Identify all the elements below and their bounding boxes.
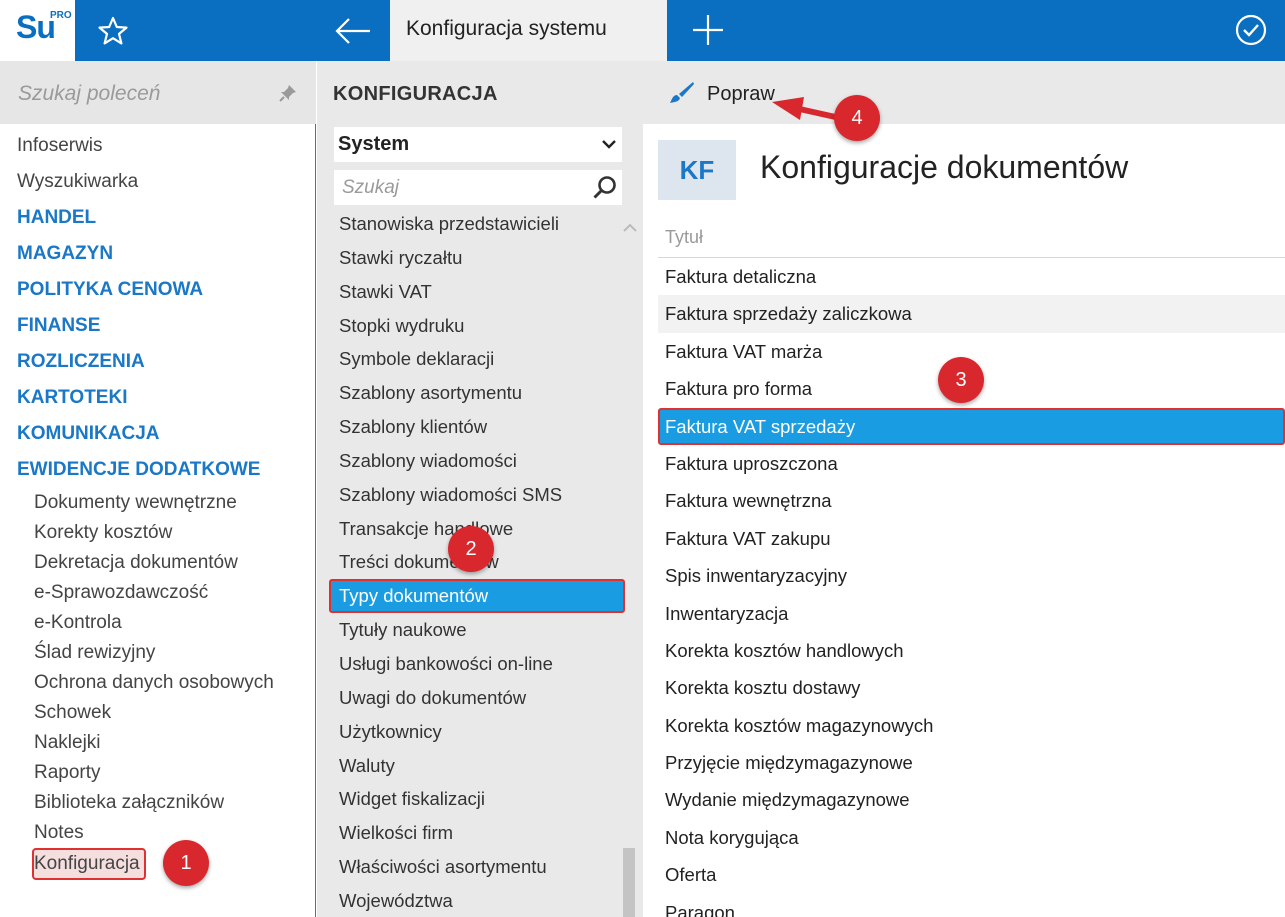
callout-badge-4: 4 — [834, 95, 880, 141]
config-list-item[interactable]: Waluty — [329, 749, 625, 783]
pin-icon[interactable] — [278, 83, 298, 103]
config-search-input[interactable]: Szukaj — [334, 170, 622, 205]
table-row[interactable]: Faktura wewnętrzna — [658, 482, 1285, 519]
table-row[interactable]: Oferta — [658, 856, 1285, 893]
config-list-item[interactable]: Symbole deklaracji — [329, 342, 625, 376]
documents-table: Tytuł Faktura detaliczna Faktura sprzeda… — [658, 217, 1285, 917]
category-select-value: System — [338, 133, 410, 155]
scrollbar-thumb[interactable] — [623, 848, 635, 917]
page-title: Konfiguracje dokumentów — [760, 149, 1129, 185]
sidebar-subitem[interactable]: Notes — [0, 818, 316, 848]
top-bar: Su PRO Konfiguracja systemu — [0, 0, 1285, 61]
config-list-item[interactable]: Województwa — [329, 884, 625, 917]
sidebar-subitem[interactable]: Korekty kosztów — [0, 518, 316, 548]
arrow-left-icon[interactable] — [334, 14, 372, 48]
config-list-item-selected[interactable]: Typy dokumentów — [329, 579, 625, 614]
config-list-item[interactable]: Szablony wiadomości SMS — [329, 478, 625, 512]
sidebar-subitem[interactable]: Raporty — [0, 758, 316, 788]
logo-sup: PRO — [50, 10, 72, 21]
document-config-panel: Popraw KF Konfiguracje dokumentów Tytuł … — [643, 61, 1285, 917]
sidebar: Szukaj poleceń Infoserwis Wyszukiwarka H… — [0, 61, 316, 917]
config-list-item[interactable]: Szablony wiadomości — [329, 444, 625, 478]
sidebar-subitem-konfiguracja[interactable]: Konfiguracja — [0, 848, 316, 880]
star-icon[interactable] — [96, 14, 130, 48]
sidebar-subitem[interactable]: Biblioteka załączników — [0, 788, 316, 818]
config-list-item[interactable]: Użytkownicy — [329, 715, 625, 749]
config-list-item[interactable]: Właściwości asortymentu — [329, 850, 625, 884]
config-list-item[interactable]: Stopki wydruku — [329, 309, 625, 343]
sidebar-item-finanse[interactable]: FINANSE — [0, 308, 316, 344]
config-list-item[interactable]: Stanowiska przedstawicieli — [329, 207, 625, 241]
sidebar-item-ewidencje-dodatkowe[interactable]: EWIDENCJE DODATKOWE — [0, 452, 316, 488]
tab-title: Konfiguracja systemu — [406, 17, 607, 40]
app-logo[interactable]: Su PRO — [0, 0, 75, 61]
chevron-down-icon — [602, 140, 616, 149]
table-row-selected[interactable]: Faktura VAT sprzedaży — [658, 407, 1285, 445]
command-search-input[interactable]: Szukaj poleceń — [0, 61, 316, 124]
table-row[interactable]: Spis inwentaryzacyjny — [658, 557, 1285, 594]
table-row[interactable]: Paragon — [658, 894, 1285, 917]
callout-badge-3: 3 — [938, 357, 984, 403]
sidebar-item-wyszukiwarka[interactable]: Wyszukiwarka — [0, 164, 316, 200]
sidebar-menu: Infoserwis Wyszukiwarka HANDEL MAGAZYN P… — [0, 128, 316, 880]
sidebar-subitem-label: Konfiguracja — [32, 848, 146, 880]
command-search-placeholder: Szukaj poleceń — [18, 82, 161, 105]
table-row[interactable]: Wydanie międzymagazynowe — [658, 781, 1285, 818]
config-list-item[interactable]: Szablony klientów — [329, 410, 625, 444]
sidebar-item-infoserwis[interactable]: Infoserwis — [0, 128, 316, 164]
table-row[interactable]: Korekta kosztów magazynowych — [658, 707, 1285, 744]
callout-badge-1: 1 — [163, 840, 209, 886]
brush-icon[interactable] — [669, 81, 695, 105]
table-row[interactable]: Nota korygująca — [658, 819, 1285, 856]
table-row[interactable]: Korekta kosztów handlowych — [658, 632, 1285, 669]
config-list-item[interactable]: Widget fiskalizacji — [329, 782, 625, 816]
config-list-item[interactable]: Stawki VAT — [329, 275, 625, 309]
table-row[interactable]: Faktura sprzedaży zaliczkowa — [658, 295, 1285, 333]
config-search-placeholder: Szukaj — [342, 177, 400, 198]
table-row[interactable]: Faktura detaliczna — [658, 258, 1285, 295]
category-select[interactable]: System — [334, 127, 622, 162]
sidebar-subitem[interactable]: Schowek — [0, 698, 316, 728]
table-row[interactable]: Inwentaryzacja — [658, 595, 1285, 632]
sidebar-subitem[interactable]: e-Sprawozdawczość — [0, 578, 316, 608]
sidebar-subitem[interactable]: e-Kontrola — [0, 608, 316, 638]
tab-konfiguracja-systemu[interactable]: Konfiguracja systemu — [390, 0, 667, 61]
config-nav-panel: KONFIGURACJA System Szukaj Stanowiska pr… — [317, 61, 643, 917]
module-badge: KF — [658, 140, 736, 200]
config-list-item[interactable]: Tytuły naukowe — [329, 613, 625, 647]
sidebar-subitem[interactable]: Naklejki — [0, 728, 316, 758]
sidebar-item-komunikacja[interactable]: KOMUNIKACJA — [0, 416, 316, 452]
config-list-item[interactable]: Uwagi do dokumentów — [329, 681, 625, 715]
sidebar-subitem[interactable]: Ślad rewizyjny — [0, 638, 316, 668]
config-list-item[interactable]: Wielkości firm — [329, 816, 625, 850]
chevron-up-icon[interactable] — [623, 223, 637, 233]
sidebar-subitem[interactable]: Dekretacja dokumentów — [0, 548, 316, 578]
column-header-tytul[interactable]: Tytuł — [658, 217, 1285, 258]
sidebar-item-handel[interactable]: HANDEL — [0, 200, 316, 236]
header: KF Konfiguracje dokumentów — [643, 124, 1285, 217]
panel-title: KONFIGURACJA — [333, 83, 498, 105]
config-list-item[interactable]: Stawki ryczałtu — [329, 241, 625, 275]
table-row[interactable]: Faktura VAT zakupu — [658, 520, 1285, 557]
table-row[interactable]: Przyjęcie międzymagazynowe — [658, 744, 1285, 781]
sidebar-subitem[interactable]: Dokumenty wewnętrzne — [0, 488, 316, 518]
callout-badge-2: 2 — [448, 526, 494, 572]
sidebar-subitem[interactable]: Ochrona danych osobowych — [0, 668, 316, 698]
edit-button[interactable]: Popraw — [707, 83, 775, 106]
toolbar: Popraw — [643, 61, 1285, 124]
sidebar-item-kartoteki[interactable]: KARTOTEKI — [0, 380, 316, 416]
sidebar-item-rozliczenia[interactable]: ROZLICZENIA — [0, 344, 316, 380]
table-row[interactable]: Faktura uproszczona — [658, 445, 1285, 482]
check-circle-icon[interactable] — [1234, 13, 1268, 47]
config-list-item[interactable]: Szablony asortymentu — [329, 376, 625, 410]
config-list-item[interactable]: Usługi bankowości on-line — [329, 647, 625, 681]
table-row[interactable]: Korekta kosztu dostawy — [658, 669, 1285, 706]
magnifier-icon[interactable] — [592, 175, 618, 201]
plus-icon[interactable] — [690, 12, 726, 48]
sidebar-item-polityka-cenowa[interactable]: POLITYKA CENOWA — [0, 272, 316, 308]
sidebar-item-magazyn[interactable]: MAGAZYN — [0, 236, 316, 272]
